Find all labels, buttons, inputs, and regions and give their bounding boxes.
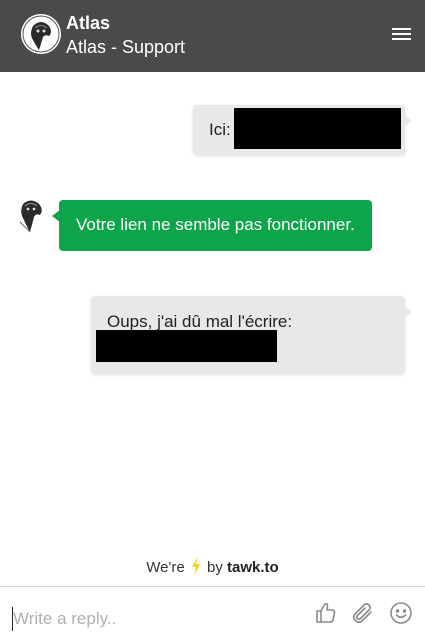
branding-by: by <box>207 559 223 576</box>
agent-avatar-header <box>21 14 61 54</box>
message-text: Ici: <box>209 120 231 139</box>
lightning-icon <box>191 556 201 583</box>
chat-title: Atlas <box>66 13 111 33</box>
branding-name[interactable]: tawk.to <box>227 559 279 576</box>
smiley-icon[interactable] <box>389 601 413 625</box>
redacted-block <box>234 108 401 149</box>
message-text: Oups, j'ai dû mal l'écrire: <box>107 312 293 331</box>
paperclip-icon[interactable] <box>351 601 375 625</box>
powered-by[interactable]: We're by tawk.to <box>0 556 425 583</box>
reply-input[interactable] <box>12 607 293 631</box>
chat-header: Atlas Atlas - Support <box>0 0 425 72</box>
branding-prefix: We're <box>146 559 185 576</box>
visitor-message: Ici: <box>193 105 412 155</box>
composer <box>0 586 425 643</box>
agent-message: Votre lien ne semble pas fonctionner. <box>52 200 372 251</box>
visitor-message: Oups, j'ai dû mal l'écrire: <box>91 296 412 374</box>
agent-avatar <box>14 198 48 234</box>
chat-subtitle: Atlas - Support <box>66 37 186 57</box>
menu-icon[interactable] <box>392 26 411 42</box>
thumbs-up-icon[interactable] <box>314 601 338 625</box>
message-text: Votre lien ne semble pas fonctionner. <box>76 215 355 234</box>
redacted-block <box>96 330 277 362</box>
